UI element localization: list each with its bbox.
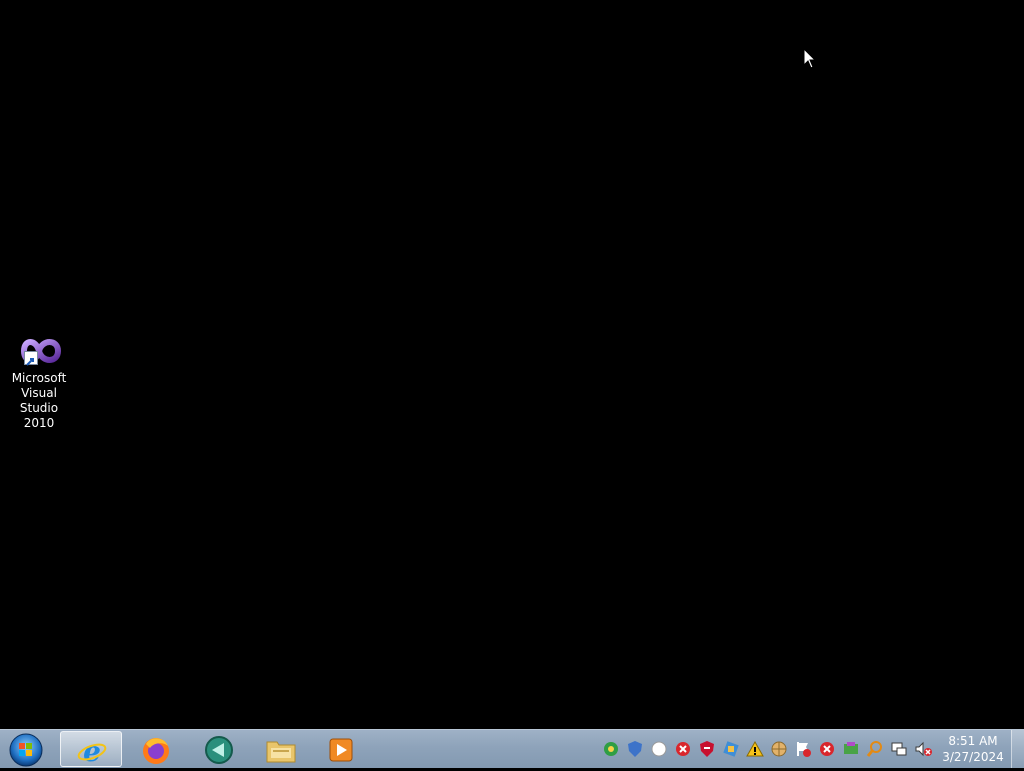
taskbar-media-app[interactable] <box>188 731 250 767</box>
taskbar-media-player[interactable] <box>310 731 372 767</box>
security-icon[interactable] <box>698 740 716 758</box>
network-icon[interactable] <box>890 740 908 758</box>
flag-icon[interactable] <box>794 740 812 758</box>
taskbar: e 8:51 AM 3/27/2024 <box>0 729 1024 768</box>
clock-date: 3/27/2024 <box>942 750 1004 764</box>
desktop[interactable]: Microsoft Visual Studio 2010 <box>0 0 1024 729</box>
taskbar-windows-explorer[interactable] <box>250 731 312 767</box>
svg-text:e: e <box>83 735 101 767</box>
app-icon-2[interactable] <box>842 740 860 758</box>
media-player-icon <box>329 738 353 762</box>
update-icon[interactable] <box>602 740 620 758</box>
clock-time: 8:51 AM <box>948 734 998 748</box>
internet-explorer-icon: e <box>77 735 107 767</box>
volume-muted-icon[interactable] <box>914 740 932 758</box>
shortcut-arrow-icon <box>24 351 38 366</box>
warning-icon[interactable] <box>746 740 764 758</box>
visual-studio-2010-icon <box>14 331 64 371</box>
clock[interactable]: 8:51 AM 3/27/2024 <box>940 733 1006 765</box>
desktop-icon-label: Microsoft Visual Studio 2010 <box>11 371 67 430</box>
desktop-icon-visual-studio[interactable]: Microsoft Visual Studio 2010 <box>2 331 76 431</box>
windows-start-orb-icon <box>9 733 43 767</box>
show-desktop-button[interactable] <box>1011 730 1024 768</box>
error-icon-2[interactable] <box>818 740 836 758</box>
folder-icon <box>266 741 296 763</box>
shield-icon[interactable] <box>626 740 644 758</box>
error-icon[interactable] <box>674 740 692 758</box>
app-icon[interactable] <box>722 740 740 758</box>
search-icon[interactable] <box>866 740 884 758</box>
firefox-icon <box>143 738 169 764</box>
start-button[interactable] <box>6 731 46 767</box>
circle-icon[interactable] <box>650 740 668 758</box>
globe-icon[interactable] <box>770 740 788 758</box>
taskbar-firefox[interactable] <box>125 731 187 767</box>
taskbar-internet-explorer[interactable]: e <box>60 731 122 767</box>
media-app-icon <box>205 736 233 764</box>
mouse-pointer-icon <box>803 47 817 70</box>
